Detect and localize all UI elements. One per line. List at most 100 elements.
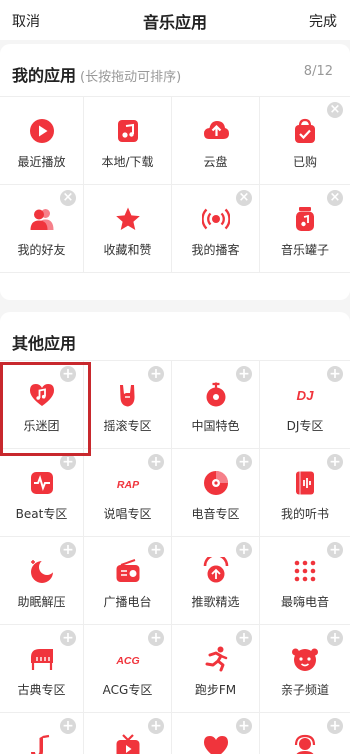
add-app-button[interactable]: +: [236, 542, 252, 558]
add-app-button[interactable]: +: [327, 454, 343, 470]
add-app-button[interactable]: +: [236, 630, 252, 646]
my-app-shopping-bag[interactable]: 已购 ×: [260, 97, 350, 185]
app-label: 我的听书: [280, 507, 329, 521]
app-label: 我的播客: [191, 243, 240, 257]
chinese-style-icon: [202, 381, 230, 409]
fan-club-heart-icon: [28, 381, 56, 409]
app-label: 广播电台: [103, 595, 152, 609]
add-app-button[interactable]: +: [148, 454, 164, 470]
my-app-music-jar[interactable]: 音乐罐子 ×: [260, 185, 350, 273]
app-label: 已购: [292, 155, 317, 169]
add-app-button[interactable]: +: [327, 630, 343, 646]
app-label: 音乐罐子: [280, 243, 329, 257]
my-apps-hint: (长按拖动可排序): [80, 70, 182, 85]
podcast-icon: [201, 205, 230, 233]
other-app-rock-hand[interactable]: 摇滚专区 +: [84, 361, 172, 449]
music-jar-icon: [291, 205, 319, 233]
add-app-button[interactable]: +: [148, 718, 164, 734]
app-label: 亲子频道: [280, 683, 329, 697]
add-app-button[interactable]: +: [236, 366, 252, 382]
other-app-kids-face[interactable]: 亲子频道 +: [260, 625, 350, 713]
my-app-cloud-upload[interactable]: 云盘: [172, 97, 260, 185]
other-app-piano[interactable]: 古典专区 +: [0, 625, 84, 713]
app-label: 摇滚专区: [103, 419, 152, 433]
add-app-button[interactable]: +: [148, 630, 164, 646]
add-app-button[interactable]: +: [327, 718, 343, 734]
add-app-button[interactable]: +: [60, 718, 76, 734]
remove-app-button[interactable]: ×: [60, 190, 76, 206]
add-app-button[interactable]: +: [327, 366, 343, 382]
other-app-fan-club-heart[interactable]: 乐迷团 +: [0, 361, 84, 449]
other-app-dot-matrix[interactable]: 最嗨电音 +: [260, 537, 350, 625]
music-file-icon: [114, 117, 142, 145]
other-app-acg[interactable]: ACG ACG专区 +: [84, 625, 172, 713]
app-label: 最近播放: [17, 155, 66, 169]
kids-face-icon: [291, 645, 319, 673]
app-label: 跑步FM: [194, 683, 237, 697]
friends-icon: [28, 205, 56, 233]
my-apps-heading: 我的应用 (长按拖动可排序): [12, 62, 182, 85]
other-apps-section: 其他应用 乐迷团 + 摇滚专区 + 中国特色 + DJ DJ专区 + Beat专区 + RAP 说唱专区…: [0, 312, 350, 754]
add-app-button[interactable]: +: [327, 542, 343, 558]
star-icon: [114, 205, 142, 233]
add-app-button[interactable]: +: [60, 366, 76, 382]
other-app-audiobook[interactable]: 我的听书 +: [260, 449, 350, 537]
my-app-music-file[interactable]: 本地/下载: [84, 97, 172, 185]
my-app-play-circle[interactable]: 最近播放: [0, 97, 84, 185]
rap-icon: RAP: [108, 469, 148, 497]
other-apps-title: 其他应用: [12, 334, 77, 353]
dj-icon: DJ: [285, 381, 325, 409]
app-label: 云盘: [203, 155, 228, 169]
rock-hand-icon: [114, 381, 142, 409]
other-app-electronic-disc[interactable]: 电音专区 +: [172, 449, 260, 537]
cloud-upload-icon: [202, 117, 230, 145]
other-app-chinese-style[interactable]: 中国特色 +: [172, 361, 260, 449]
add-app-button[interactable]: +: [60, 630, 76, 646]
my-app-star[interactable]: 收藏和赞: [84, 185, 172, 273]
add-app-button[interactable]: +: [60, 454, 76, 470]
radio-icon: [114, 557, 142, 585]
remove-app-button[interactable]: ×: [327, 190, 343, 206]
heart-icon: [202, 733, 230, 754]
other-app-headset-person[interactable]: +: [260, 713, 350, 754]
other-app-tv[interactable]: +: [84, 713, 172, 754]
add-app-button[interactable]: +: [236, 718, 252, 734]
other-apps-heading: 其他应用: [12, 330, 77, 353]
add-app-button[interactable]: +: [236, 454, 252, 470]
other-app-running[interactable]: 跑步FM +: [172, 625, 260, 713]
page-title: 音乐应用: [142, 13, 207, 32]
app-label: 最嗨电音: [280, 595, 329, 609]
remove-app-button[interactable]: ×: [327, 102, 343, 118]
other-app-rap[interactable]: RAP 说唱专区 +: [84, 449, 172, 537]
add-app-button[interactable]: +: [60, 542, 76, 558]
other-app-song-recommend[interactable]: 推歌精选 +: [172, 537, 260, 625]
add-app-button[interactable]: +: [148, 366, 164, 382]
app-label: 收藏和赞: [103, 243, 152, 257]
other-app-beat[interactable]: Beat专区 +: [0, 449, 84, 537]
other-app-radio[interactable]: 广播电台 +: [84, 537, 172, 625]
add-app-button[interactable]: +: [148, 542, 164, 558]
piano-icon: [28, 645, 56, 673]
saxophone-icon: [28, 733, 56, 754]
remove-app-button[interactable]: ×: [236, 190, 252, 206]
svg-text:ACG: ACG: [115, 655, 139, 667]
sleep-moon-icon: [28, 557, 56, 585]
app-label: 本地/下载: [101, 155, 154, 169]
other-app-dj[interactable]: DJ DJ专区 +: [260, 361, 350, 449]
shopping-bag-icon: [291, 117, 319, 145]
other-app-heart[interactable]: +: [172, 713, 260, 754]
other-apps-grid: 乐迷团 + 摇滚专区 + 中国特色 + DJ DJ专区 + Beat专区 + RAP 说唱专区 + 电音专区…: [0, 360, 350, 754]
other-app-saxophone[interactable]: +: [0, 713, 84, 754]
headset-person-icon: [291, 733, 319, 754]
electronic-disc-icon: [202, 469, 230, 497]
app-label: 推歌精选: [191, 595, 240, 609]
my-apps-count: 8/12: [303, 64, 333, 79]
app-label: Beat专区: [15, 507, 68, 521]
beat-icon: [28, 469, 56, 497]
my-app-podcast[interactable]: 我的播客 ×: [172, 185, 260, 273]
my-app-friends[interactable]: 我的好友 ×: [0, 185, 84, 273]
my-apps-section: 我的应用 (长按拖动可排序) 8/12 最近播放 本地/下载 云盘 已购 × 我的好友 × 收…: [0, 44, 350, 300]
tv-icon: [114, 733, 142, 754]
done-button[interactable]: 完成: [309, 11, 337, 31]
other-app-sleep-moon[interactable]: 助眠解压 +: [0, 537, 84, 625]
